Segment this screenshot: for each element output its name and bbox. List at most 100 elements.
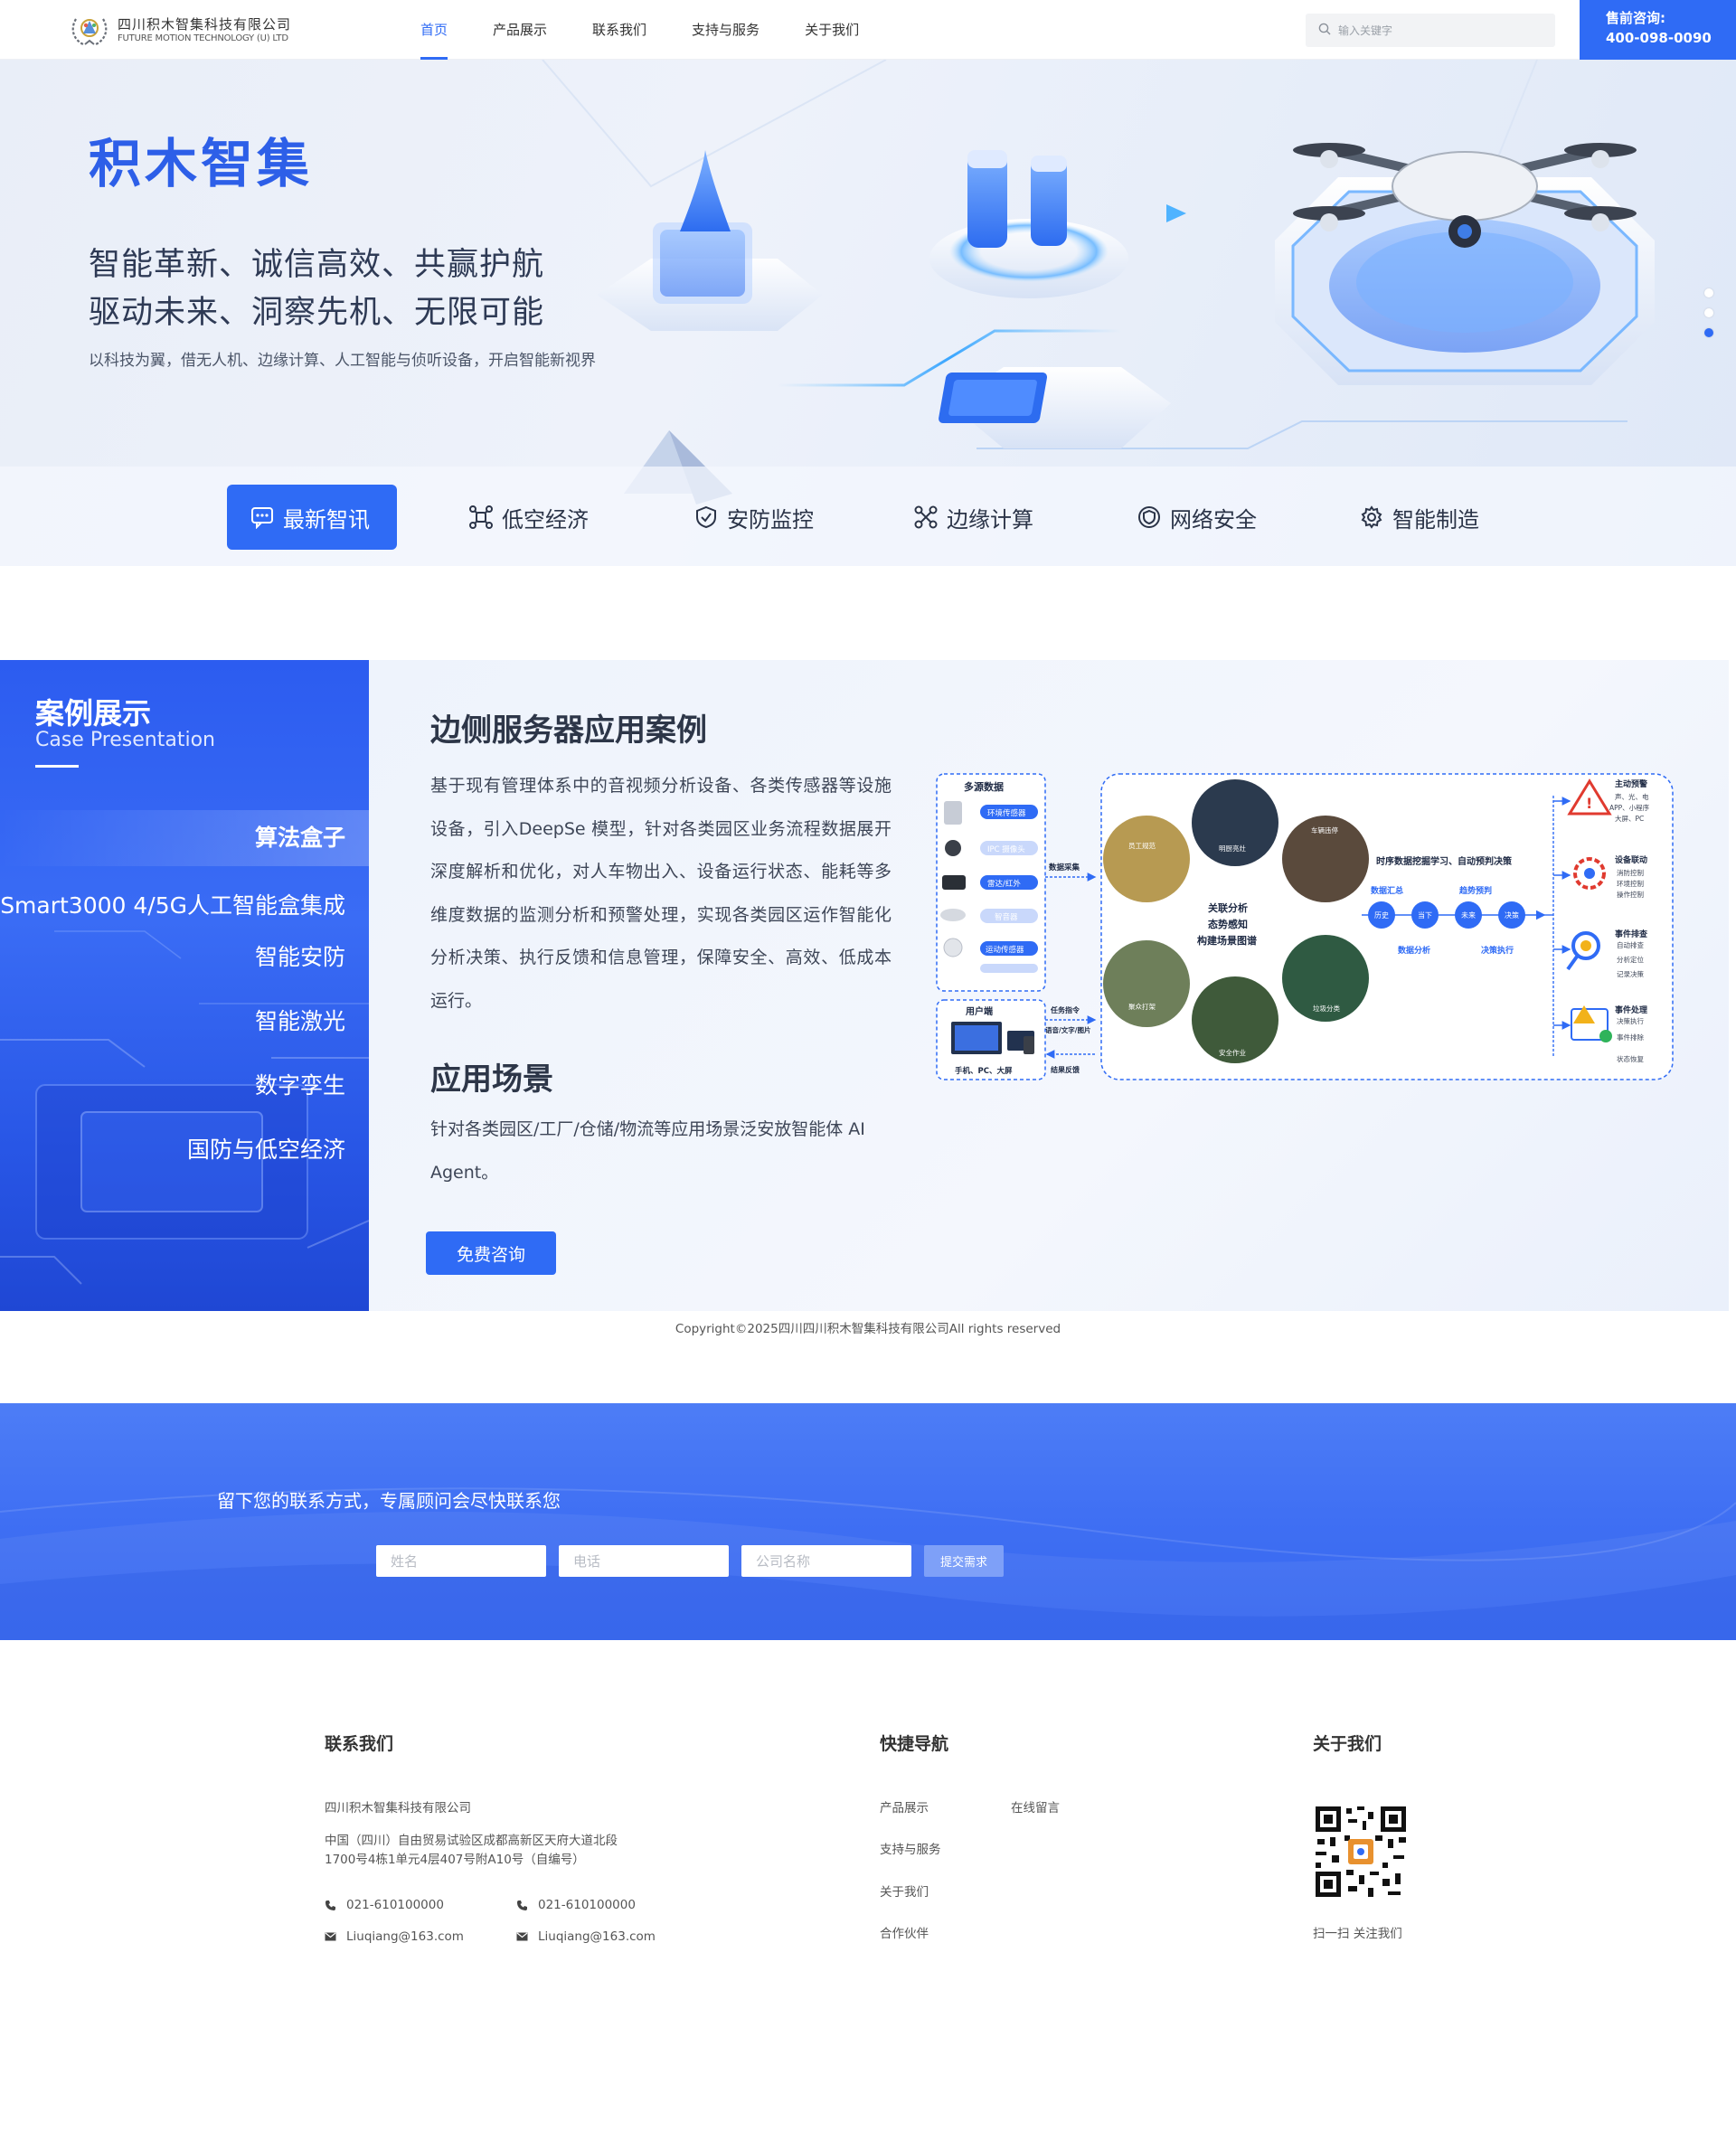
case-item-digital-twin[interactable]: 数字孪生 — [255, 1068, 345, 1100]
case-section-subtitle: Case Presentation — [35, 729, 215, 751]
svg-text:!: ! — [1586, 795, 1592, 812]
wechat-qr-code — [1312, 1803, 1410, 1900]
analysis-label: 数据分析 — [1398, 945, 1430, 956]
center-line-3: 构建场景图谱 — [1197, 934, 1257, 947]
outcome-line: 决策执行 — [1617, 1016, 1644, 1025]
case-item-smart-laser[interactable]: 智能激光 — [255, 1004, 345, 1036]
footer-link-support[interactable]: 支持与服务 — [880, 1841, 941, 1860]
feedback-label: 结果反馈 — [1051, 1065, 1080, 1074]
free-consult-button[interactable]: 免费咨询 — [426, 1231, 556, 1275]
slide-dot[interactable] — [1704, 308, 1713, 317]
scenario-body: 针对各类园区/工厂/仓储/物流等应用场景泛安放智能体 AI Agent。 — [430, 1119, 865, 1183]
footer-about-title: 关于我们 — [1313, 1734, 1382, 1754]
slide-dot-active[interactable] — [1704, 328, 1713, 337]
footer-email[interactable]: Liuqiang@163.com — [346, 1928, 464, 1947]
nav-contact[interactable]: 联系我们 — [570, 0, 669, 60]
category-tab-security[interactable]: 安防监控 — [694, 485, 814, 550]
search-box — [1306, 14, 1555, 47]
slide-dot[interactable] — [1704, 288, 1713, 297]
name-input[interactable] — [376, 1545, 546, 1577]
outcome-title: 事件排查 — [1615, 929, 1648, 939]
submit-request-button[interactable]: 提交需求 — [924, 1545, 1004, 1577]
gear-icon — [1360, 505, 1383, 529]
photo-label: 垃圾分类 — [1313, 1004, 1340, 1013]
category-label: 网络安全 — [1170, 506, 1257, 533]
case-content: 边侧服务器应用案例 基于现有管理体系中的音视频分析设备、各类传感器等设施设备，引… — [369, 660, 1729, 1311]
category-tab-edge-computing[interactable]: 边缘计算 — [914, 485, 1033, 550]
outcome-line: 消防控制 — [1617, 868, 1644, 877]
hero-slogan-1: 智能革新、诚信高效、共赢护航 — [89, 247, 545, 283]
presales-hotline[interactable]: 售前咨询: 400-098-0090 — [1580, 0, 1736, 60]
laurel-logo-icon — [69, 12, 110, 48]
user-devices: 手机、PC、大屏 — [955, 1066, 1013, 1076]
source-label: 雷达/红外 — [987, 879, 1021, 889]
phone-icon — [325, 1900, 336, 1911]
title-underline — [35, 765, 79, 768]
footer-link-products[interactable]: 产品展示 — [880, 1799, 929, 1818]
lead-form-band: 留下您的联系方式，专属顾问会尽快联系您 提交需求 — [0, 1403, 1736, 1640]
scenario-heading: 应用场景 — [430, 1061, 553, 1098]
nav-products[interactable]: 产品展示 — [470, 0, 570, 60]
category-tab-manufacturing[interactable]: 智能制造 — [1360, 485, 1479, 550]
source-label: 环境传感器 — [987, 808, 1026, 818]
footer-link-partners[interactable]: 合作伙伴 — [880, 1925, 929, 1944]
photo-label: 车辆违停 — [1311, 825, 1338, 835]
outcome-line: 大屏、PC — [1615, 814, 1644, 823]
category-tab-news[interactable]: 最新智讯 — [227, 485, 397, 550]
outcome-line: 事件排除 — [1617, 1033, 1644, 1042]
footer-company: 四川积木智集科技有限公司 — [325, 1801, 471, 1816]
task-label: 任务指令 — [1050, 1005, 1080, 1014]
footer-link-message[interactable]: 在线留言 — [1011, 1799, 1060, 1818]
logo-company-name: 四川积木智集科技有限公司 — [118, 15, 292, 33]
photo-label: 明厨亮灶 — [1219, 844, 1246, 853]
category-tab-low-altitude[interactable]: 低空经济 — [469, 485, 589, 550]
nav-support[interactable]: 支持与服务 — [669, 0, 782, 60]
user-title: 用户端 — [965, 1005, 993, 1017]
security-icon — [1137, 505, 1161, 529]
qr-caption: 扫一扫 关注我们 — [1313, 1927, 1402, 1941]
search-icon[interactable] — [1318, 22, 1331, 39]
execute-label: 决策执行 — [1481, 945, 1514, 956]
phone-input[interactable] — [559, 1545, 729, 1577]
search-input[interactable] — [1338, 24, 1537, 37]
outcome-title: 主动预警 — [1615, 778, 1647, 789]
flow-node: 当下 — [1418, 910, 1432, 920]
photo-label: 安全作业 — [1219, 1048, 1246, 1057]
source-label: 运动传感器 — [986, 945, 1024, 955]
case-item-algorithm-box[interactable]: 算法盒子 — [0, 810, 369, 866]
company-input[interactable] — [741, 1545, 911, 1577]
outcome-line: 状态恢复 — [1617, 1054, 1644, 1063]
site-header: 四川积木智集科技有限公司 FUTURE MOTION TECHNOLOGY (U… — [0, 0, 1736, 60]
nav-about[interactable]: 关于我们 — [782, 0, 882, 60]
footer-email-2[interactable]: Liuqiang@163.com — [538, 1928, 656, 1947]
sidebar-chip-illustration — [0, 930, 369, 1285]
learning-label: 时序数据挖掘学习、自动预判决策 — [1376, 855, 1513, 867]
summary-label: 数据汇总 — [1371, 885, 1403, 896]
outcome-title: 设备联动 — [1615, 854, 1647, 865]
outcome-line: 分析定位 — [1617, 955, 1644, 964]
logo[interactable]: 四川积木智集科技有限公司 FUTURE MOTION TECHNOLOGY (U… — [69, 12, 291, 48]
footer-phone[interactable]: 021-610100000 — [346, 1896, 444, 1915]
case-section: 案例展示 Case Presentation 算法盒子 Smart3000 4/… — [0, 660, 1736, 1311]
flow-node: 历史 — [1374, 910, 1389, 920]
hero-title: 积木智集 — [89, 133, 314, 194]
case-item-smart-security[interactable]: 智能安防 — [255, 939, 345, 972]
mail-icon — [516, 1932, 528, 1941]
flow-node: 未来 — [1461, 910, 1476, 920]
footer-nav-title: 快捷导航 — [880, 1734, 949, 1754]
phone-icon — [516, 1900, 528, 1911]
logo-english-name: FUTURE MOTION TECHNOLOGY (U) LTD — [118, 33, 288, 43]
collect-label: 数据采集 — [1049, 863, 1080, 872]
footer-phone-2[interactable]: 021-610100000 — [538, 1896, 636, 1915]
case-item-defense[interactable]: 国防与低空经济 — [187, 1132, 345, 1165]
outcome-line: 环境控制 — [1617, 879, 1644, 888]
category-tab-network-security[interactable]: 网络安全 — [1137, 485, 1257, 550]
case-item-smart3000[interactable]: Smart3000 4/5G人工智能盒集成 — [0, 888, 345, 920]
photo-label: 员工规范 — [1128, 841, 1156, 850]
outcome-line: APP、小程序 — [1609, 803, 1650, 812]
main-nav: 首页 产品展示 联系我们 支持与服务 关于我们 — [398, 0, 882, 60]
outcome-line: 操作控制 — [1617, 890, 1644, 899]
lead-form-prompt: 留下您的联系方式，专属顾问会尽快联系您 — [217, 1490, 561, 1512]
nav-home[interactable]: 首页 — [398, 0, 470, 60]
footer-link-about[interactable]: 关于我们 — [880, 1883, 929, 1902]
